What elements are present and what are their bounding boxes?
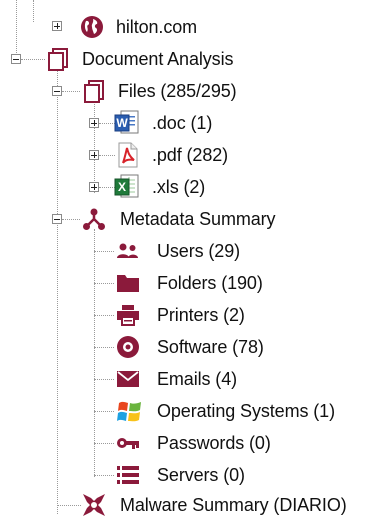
tree-line xyxy=(94,411,114,412)
tree-line xyxy=(33,0,34,22)
svg-text:X: X xyxy=(118,180,126,194)
tree-node-document-analysis[interactable]: Document Analysis xyxy=(46,44,233,74)
expand-toggle-pdf[interactable] xyxy=(89,150,99,160)
tree-node-software[interactable]: Software (78) xyxy=(116,332,264,362)
printer-icon xyxy=(117,305,139,326)
malware-icon xyxy=(83,494,105,516)
tree-line xyxy=(57,505,81,506)
tree-node-label: Folders (190) xyxy=(157,273,263,293)
tree-line xyxy=(21,59,45,60)
pdf-icon xyxy=(118,142,138,168)
tree-line xyxy=(99,187,115,188)
tree-node-label: .xls (2) xyxy=(152,177,206,197)
tree-line xyxy=(94,315,114,316)
folder-icon xyxy=(117,275,139,292)
tree-node-label: Passwords (0) xyxy=(157,433,271,453)
tree-line xyxy=(94,347,114,348)
tree-node-files[interactable]: Files (285/295) xyxy=(82,76,237,106)
tree-node-folders[interactable]: Folders (190) xyxy=(116,268,263,298)
key-icon xyxy=(117,438,139,449)
tree-node-label: hilton.com xyxy=(116,17,198,37)
collapse-toggle-document-analysis[interactable] xyxy=(11,54,21,64)
excel-icon: X xyxy=(114,174,139,198)
users-icon xyxy=(117,243,138,258)
tree-node-label: Document Analysis xyxy=(82,49,234,69)
tree-node-metadata-summary[interactable]: Metadata Summary xyxy=(82,204,276,234)
word-doc-icon: W xyxy=(114,110,139,134)
tree-node-emails[interactable]: Emails (4) xyxy=(116,364,237,394)
tree-node-label: .doc (1) xyxy=(152,113,213,133)
expand-toggle-xls[interactable] xyxy=(89,182,99,192)
tree-line xyxy=(62,91,80,92)
tree-line xyxy=(16,0,17,53)
tree-node-label: Files (285/295) xyxy=(118,81,237,101)
globe-icon xyxy=(81,16,103,38)
tree-line xyxy=(57,69,58,514)
tree-node-label: Printers (2) xyxy=(157,305,245,325)
tree-line xyxy=(94,443,114,444)
tree-node-pdf[interactable]: .pdf (282) xyxy=(114,140,228,170)
software-disc-icon xyxy=(117,336,139,358)
tree-line xyxy=(94,251,114,252)
tree-node-label: Metadata Summary xyxy=(120,209,276,229)
collapse-toggle-files[interactable] xyxy=(52,86,62,96)
tree-node-users[interactable]: Users (29) xyxy=(116,236,240,266)
expand-toggle-hilton[interactable] xyxy=(52,21,62,31)
collapse-toggle-metadata[interactable] xyxy=(52,214,62,224)
tree-line xyxy=(94,283,114,284)
tree-node-doc[interactable]: W .doc (1) xyxy=(114,108,212,138)
tree-node-label: Users (29) xyxy=(157,241,241,261)
document-analysis-tree: hilton.com Document Analysis Files (285/… xyxy=(0,0,387,518)
document-outline-icon xyxy=(84,80,104,103)
tree-line xyxy=(94,475,114,476)
tree-node-label: Operating Systems (1) xyxy=(157,401,335,421)
tree-node-label: Malware Summary (DIARIO) xyxy=(120,495,347,515)
document-outline-icon xyxy=(48,48,68,71)
tree-line xyxy=(94,379,114,380)
server-list-icon xyxy=(117,466,139,484)
tree-node-operating-systems[interactable]: Operating Systems (1) xyxy=(116,396,335,426)
tree-line xyxy=(94,101,95,193)
tree-node-hilton[interactable]: hilton.com xyxy=(80,12,197,42)
tree-node-printers[interactable]: Printers (2) xyxy=(116,300,245,330)
tree-node-passwords[interactable]: Passwords (0) xyxy=(116,428,271,458)
tree-line xyxy=(99,155,115,156)
tree-node-malware-summary[interactable]: Malware Summary (DIARIO) xyxy=(82,490,347,520)
tree-node-label: Software (78) xyxy=(157,337,264,357)
email-icon xyxy=(117,371,139,387)
tree-node-label: Emails (4) xyxy=(157,369,238,389)
metadata-nodes-icon xyxy=(83,208,105,230)
tree-node-label: .pdf (282) xyxy=(152,145,229,165)
expand-toggle-doc[interactable] xyxy=(89,118,99,128)
tree-node-xls[interactable]: X .xls (2) xyxy=(114,172,205,202)
tree-node-servers[interactable]: Servers (0) xyxy=(116,460,245,490)
tree-line xyxy=(99,123,115,124)
svg-text:W: W xyxy=(116,116,128,130)
windows-logo-icon xyxy=(117,401,141,422)
tree-node-label: Servers (0) xyxy=(157,465,245,485)
tree-line xyxy=(94,229,95,477)
tree-line xyxy=(62,219,80,220)
